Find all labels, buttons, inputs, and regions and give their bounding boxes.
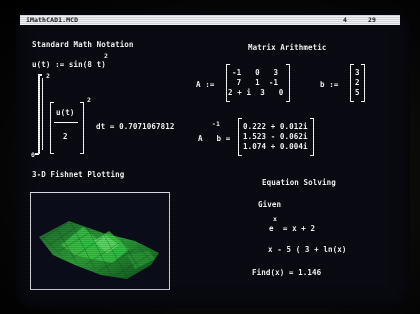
vector-b-value: 3 bbox=[355, 68, 360, 77]
find-result[interactable]: Find(x) = 1.146 bbox=[252, 268, 321, 277]
result-left-bracket bbox=[238, 118, 242, 156]
integral-result[interactable]: dt = 0.7071067812 bbox=[96, 122, 174, 131]
result-row: 1.074 + 0.004i bbox=[243, 142, 308, 151]
equation-heading[interactable]: Equation Solving bbox=[262, 178, 336, 187]
integral-sign-top bbox=[38, 74, 42, 76]
equation-constraint[interactable]: x - 5 ( 3 + ln(x) bbox=[268, 245, 346, 254]
fishnet-surface bbox=[39, 221, 159, 279]
definition-exponent: 2 bbox=[104, 52, 109, 60]
result-row: 0.222 + 0.012i bbox=[243, 122, 308, 131]
integral-lower-limit: 0 bbox=[31, 151, 36, 159]
fishnet-plot[interactable] bbox=[30, 192, 170, 290]
function-definition[interactable]: u(t) := sin(8 t) bbox=[32, 60, 106, 69]
integrand-denominator: 2 bbox=[63, 132, 68, 141]
vector-b-left-bracket bbox=[350, 64, 354, 102]
result-right-bracket bbox=[310, 118, 314, 156]
vector-b-right-bracket bbox=[361, 64, 365, 102]
document-title: iMathCAD1.MCD bbox=[26, 16, 79, 24]
integrand-exponent: 2 bbox=[87, 96, 92, 104]
integrand-numerator: u(t) bbox=[56, 108, 75, 117]
equation-constraint[interactable]: e = x + 2 bbox=[269, 224, 315, 233]
fishnet-heading[interactable]: 3-D Fishnet Plotting bbox=[32, 170, 124, 179]
crt-monitor: iMathCAD1.MCD 4 29 Standard Math Notatio… bbox=[0, 0, 420, 314]
column-indicator: 29 bbox=[368, 16, 377, 24]
given-keyword[interactable]: Given bbox=[258, 200, 281, 209]
matrix-a-right-bracket bbox=[286, 64, 290, 102]
integral-upper-limit: 2 bbox=[46, 72, 51, 80]
integrand-right-bracket bbox=[80, 102, 84, 154]
matrix-a-row: -1 0 3 bbox=[232, 68, 279, 77]
integrand-left-bracket bbox=[50, 102, 54, 154]
result-row: 1.523 - 0.062i bbox=[243, 132, 308, 141]
exp-superscript: x bbox=[273, 215, 278, 223]
integral-sign bbox=[38, 74, 40, 154]
matrix-heading[interactable]: Matrix Arithmetic bbox=[248, 43, 326, 52]
matrix-a-row: 7 1 -1 bbox=[232, 78, 279, 87]
product-label: A b = bbox=[198, 134, 231, 143]
integral-sign-bottom bbox=[35, 153, 39, 155]
matrix-a-row: 2 + i 3 0 bbox=[228, 88, 284, 97]
vector-b-value: 2 bbox=[355, 78, 360, 87]
fraction-bar bbox=[54, 122, 78, 124]
matrix-a-label: A := bbox=[196, 80, 215, 89]
mathcad-screen: iMathCAD1.MCD 4 29 Standard Math Notatio… bbox=[16, 10, 410, 308]
page-indicator: 4 bbox=[343, 16, 348, 24]
math-notation-heading[interactable]: Standard Math Notation bbox=[32, 40, 134, 49]
vector-b-value: 5 bbox=[355, 88, 360, 97]
title-bar: iMathCAD1.MCD 4 29 bbox=[20, 15, 400, 25]
vector-b-label: b := bbox=[320, 80, 339, 89]
integral-sign-inner bbox=[42, 78, 44, 150]
inverse-exponent: -1 bbox=[212, 120, 221, 128]
